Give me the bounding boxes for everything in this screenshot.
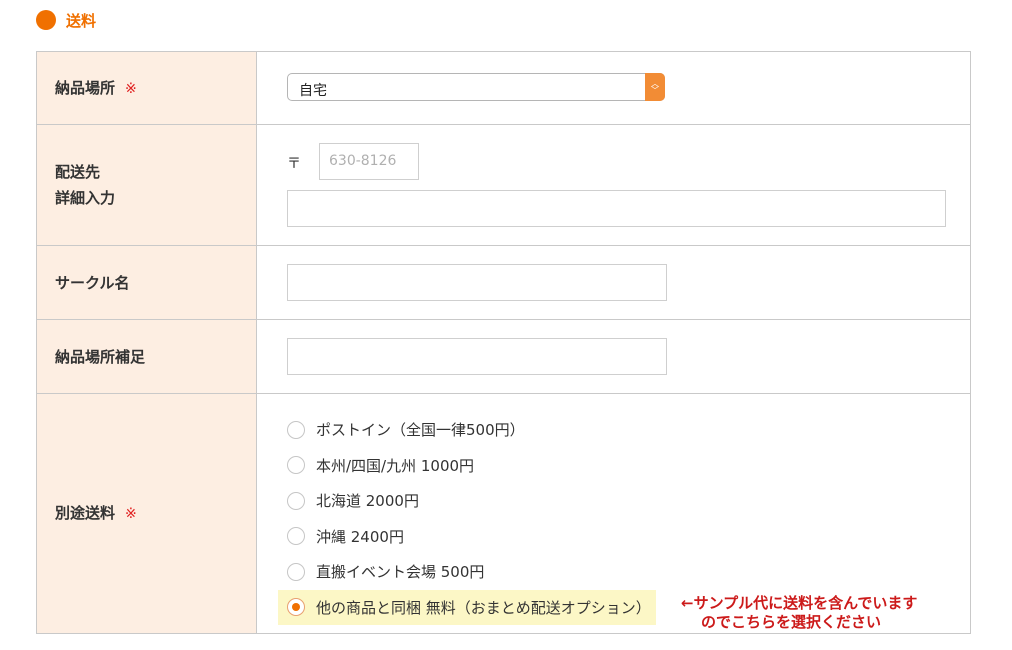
shipping-option-label: 直搬イベント会場 500円 [316,563,485,582]
row-address: 配送先 詳細入力 〒 630-8126 [36,124,971,246]
row-delivery-place: 納品場所 ※ 自宅 ︿ ﹀ [36,51,971,125]
address-label-line2: 詳細入力 [55,189,116,207]
section-dot-icon [36,10,56,30]
label-cell: サークル名 [36,245,257,320]
shipping-option[interactable]: 本州/四国/九州 1000円 [287,448,656,484]
value-cell [256,245,971,320]
section-heading: 送料 [36,9,96,31]
value-cell: 〒 630-8126 [256,124,971,246]
radio-button[interactable] [287,491,305,510]
label-cell: 別途送料 ※ [36,393,257,634]
circle-name-label: サークル名 [55,273,130,292]
label-cell: 配送先 詳細入力 [36,124,257,246]
shipping-option[interactable]: ポストイン（全国一律500円） [287,412,656,448]
required-mark: ※ [125,506,137,522]
required-mark: ※ [125,80,137,97]
shipping-option[interactable]: 北海道 2000円 [287,483,656,519]
delivery-place-label: 納品場所 [55,78,116,97]
delivery-place-select[interactable]: 自宅 ︿ ﹀ [287,73,665,101]
radio-button-checked[interactable] [287,598,305,617]
shipping-note-line1: ←サンプル代に送料を含んでいます [681,594,918,612]
radio-button[interactable] [287,562,305,581]
shipping-note-line2: のでこちらを選択ください [701,613,882,631]
delivery-place-select-value: 自宅 [299,83,327,99]
address-label-line1: 配送先 [55,163,101,181]
shipping-option-label: 北海道 2000円 [316,492,419,511]
postal-mark: 〒 [287,156,301,172]
shipping-option[interactable]: 沖縄 2400円 [287,519,656,555]
shipping-fee-label: 別途送料 [55,504,116,522]
shipping-form-table: 納品場所 ※ 自宅 ︿ ﹀ 配送先 詳細入力 〒 630-8126 サークル名 … [36,51,971,634]
address-detail-input[interactable] [287,190,946,227]
value-cell: ポストイン（全国一律500円） 本州/四国/九州 1000円 北海道 2000円… [256,393,971,634]
row-circle-name: サークル名 [36,245,971,320]
shipping-option-label: ポストイン（全国一律500円） [316,421,525,440]
shipping-option-label: 沖縄 2400円 [316,527,404,546]
section-title: 送料 [66,11,97,30]
label-cell: 納品場所 ※ [36,51,257,125]
select-updown-icon[interactable]: ︿ ﹀ [645,73,665,101]
row-shipping-fee: 別途送料 ※ ポストイン（全国一律500円） 本州/四国/九州 1000円 北海道… [36,393,971,634]
row-place-supplement: 納品場所補足 [36,319,971,394]
radio-button[interactable] [287,456,305,475]
place-supplement-label: 納品場所補足 [55,347,146,366]
label-cell: 納品場所補足 [36,319,257,394]
radio-button[interactable] [287,527,305,546]
circle-name-input[interactable] [287,264,667,301]
shipping-option-label: 本州/四国/九州 1000円 [316,456,475,475]
value-cell: 自宅 ︿ ﹀ [256,51,971,125]
shipping-radio-group: ポストイン（全国一律500円） 本州/四国/九州 1000円 北海道 2000円… [278,412,656,625]
radio-button[interactable] [287,420,305,439]
value-cell [256,319,971,394]
shipping-option-selected[interactable]: 他の商品と同梱 無料（おまとめ配送オプション） [278,589,656,625]
place-supplement-input[interactable] [287,338,667,375]
postal-code-input[interactable]: 630-8126 [319,143,419,180]
shipping-option[interactable]: 直搬イベント会場 500円 [287,554,656,590]
shipping-option-label: 他の商品と同梱 無料（おまとめ配送オプション） [316,598,651,617]
shipping-note: ←サンプル代に送料を含んでいます のでこちらを選択ください [681,594,917,632]
